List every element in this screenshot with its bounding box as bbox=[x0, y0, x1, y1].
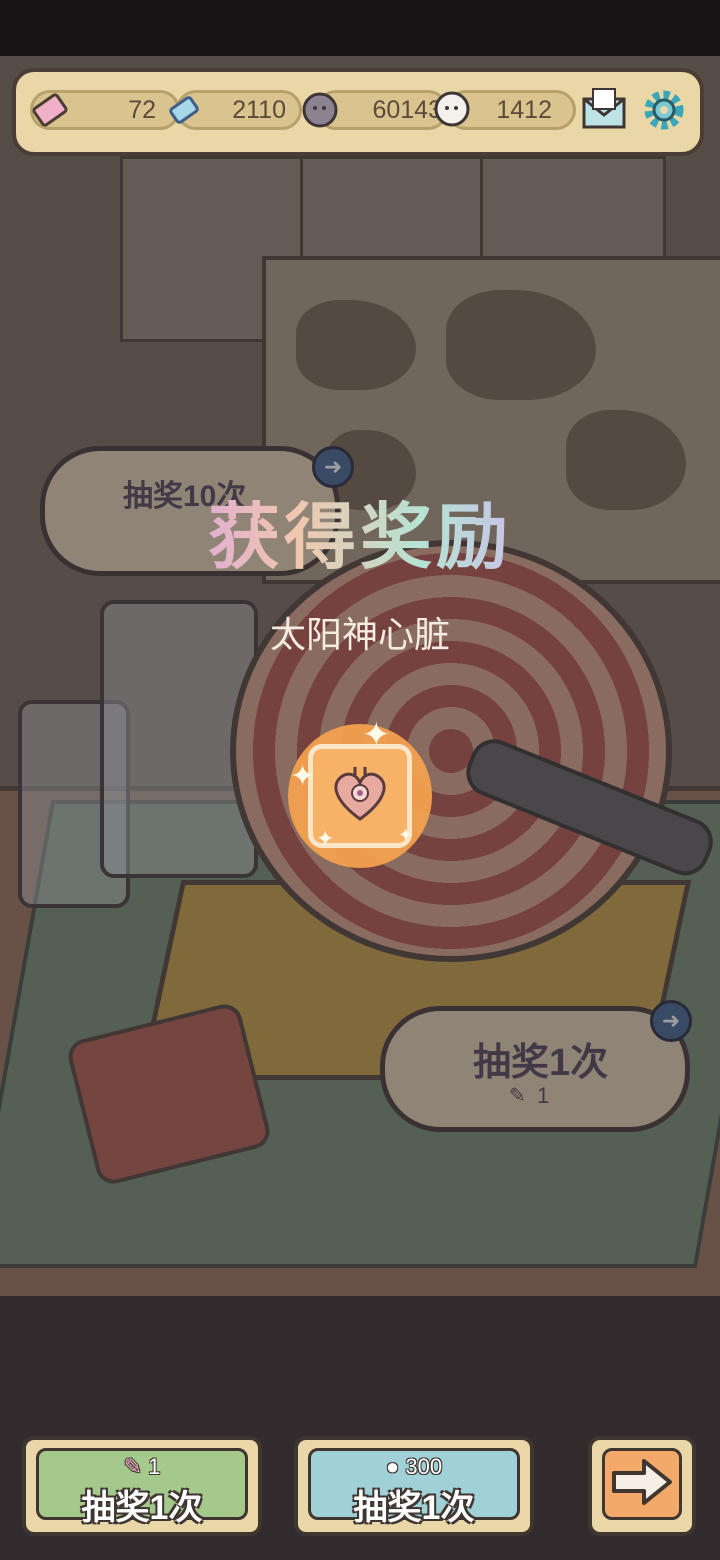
coin-draw-cost-value: 300 bbox=[405, 1454, 443, 1479]
ticket-draw-label: 抽奖1次 bbox=[81, 1489, 203, 1527]
next-button[interactable] bbox=[588, 1436, 696, 1536]
bubble-currency-icon bbox=[298, 88, 342, 132]
ghost-currency-icon bbox=[430, 88, 474, 132]
sun-god-heart-icon bbox=[325, 759, 395, 834]
ticket-draw-cost-value: 1 bbox=[148, 1454, 161, 1479]
next-button-face bbox=[602, 1448, 682, 1520]
coin-draw-button[interactable]: ● 300 抽奖1次 bbox=[294, 1436, 534, 1536]
resource-bar: 72 2110 60143 1412 bbox=[12, 68, 704, 156]
sparkle-icon: ✦ bbox=[362, 716, 391, 754]
gem-icon bbox=[162, 88, 206, 132]
arrow-right-icon bbox=[610, 1457, 674, 1512]
bubble-currency-icon: ● bbox=[385, 1454, 400, 1479]
soul-count: 1412 bbox=[496, 96, 552, 124]
coin-draw-cost: ● 300 bbox=[298, 1454, 530, 1480]
reward-item-name: 太阳神心脏 bbox=[269, 614, 450, 655]
gear-icon[interactable] bbox=[638, 84, 690, 136]
reward-title: 获得奖励 bbox=[150, 478, 570, 583]
gem-count: 2110 bbox=[232, 96, 286, 124]
ticket-icon bbox=[28, 88, 72, 132]
ticket-count: 72 bbox=[128, 96, 156, 124]
sparkle-icon: ✦ bbox=[316, 826, 335, 851]
ticket-draw-cost: ✎ 1 bbox=[26, 1454, 258, 1480]
coin-draw-label: 抽奖1次 bbox=[353, 1489, 475, 1527]
sparkle-icon: ✦ bbox=[398, 825, 414, 845]
ticket-draw-button[interactable]: ✎ 1 抽奖1次 bbox=[22, 1436, 262, 1536]
sparkle-icon: ✦ bbox=[290, 760, 316, 793]
ticket-icon: ✎ bbox=[123, 1454, 143, 1479]
mail-icon[interactable] bbox=[578, 84, 630, 136]
